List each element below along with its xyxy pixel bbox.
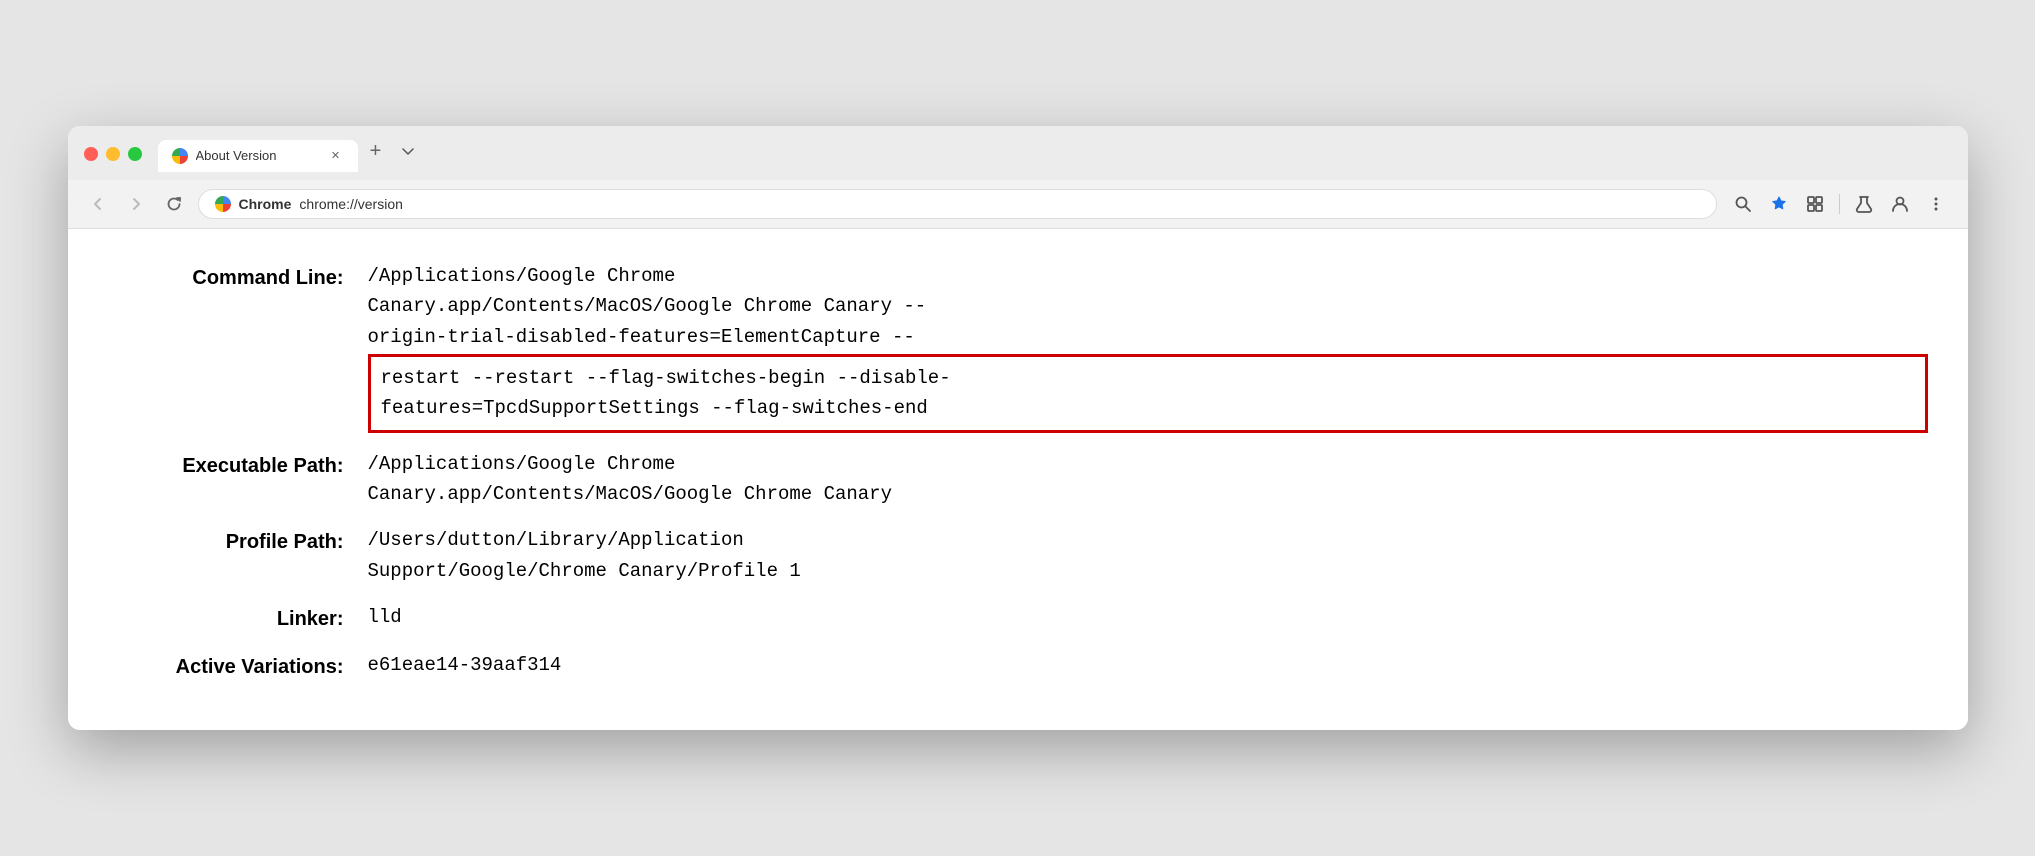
linker-row: Linker: lld [108, 602, 1928, 634]
url-favicon-icon [215, 196, 231, 212]
url-bar[interactable]: Chrome chrome://version [198, 189, 1717, 219]
labs-icon [1855, 195, 1873, 213]
command-line-label: Command Line: [108, 261, 368, 293]
tab-list-button[interactable] [394, 138, 422, 166]
forward-button[interactable] [122, 190, 150, 218]
profile-path-label: Profile Path: [108, 525, 368, 557]
extensions-button[interactable] [1799, 188, 1831, 220]
command-line-value: /Applications/Google ChromeCanary.app/Co… [368, 261, 1928, 433]
browser-window: About Version ✕ + [68, 126, 1968, 731]
reload-button[interactable] [160, 190, 188, 218]
title-bar: About Version ✕ + [68, 126, 1968, 180]
url-site-label: Chrome [239, 196, 292, 212]
maximize-button[interactable] [128, 147, 142, 161]
star-icon [1770, 195, 1788, 213]
profile-path-value: /Users/dutton/Library/Application Suppor… [368, 525, 1928, 586]
command-line-normal-text: /Applications/Google ChromeCanary.app/Co… [368, 261, 1928, 352]
window-controls [84, 147, 142, 161]
active-tab[interactable]: About Version ✕ [158, 140, 358, 172]
profile-path-row: Profile Path: /Users/dutton/Library/Appl… [108, 525, 1928, 586]
labs-button[interactable] [1848, 188, 1880, 220]
title-bar-top: About Version ✕ + [84, 136, 1952, 172]
close-button[interactable] [84, 147, 98, 161]
profile-button[interactable] [1884, 188, 1916, 220]
new-tab-button[interactable]: + [360, 136, 392, 168]
search-button[interactable] [1727, 188, 1759, 220]
bookmark-button[interactable] [1763, 188, 1795, 220]
toolbar-actions [1727, 188, 1952, 220]
minimize-button[interactable] [106, 147, 120, 161]
active-variations-value: e61eae14-39aaf314 [368, 650, 1928, 680]
command-line-highlighted-text: restart --restart --flag-switches-begin … [368, 354, 1928, 433]
extensions-icon [1806, 195, 1824, 213]
tab-label: About Version [196, 148, 320, 163]
back-button[interactable] [84, 190, 112, 218]
more-options-icon [1927, 195, 1945, 213]
address-bar: Chrome chrome://version [68, 180, 1968, 229]
command-line-row: Command Line: /Applications/Google Chrom… [108, 261, 1928, 433]
menu-button[interactable] [1920, 188, 1952, 220]
chevron-down-icon [402, 148, 414, 156]
executable-path-row: Executable Path: /Applications/Google Ch… [108, 449, 1928, 510]
tab-favicon [172, 148, 188, 164]
linker-value: lld [368, 602, 1928, 632]
back-icon [90, 196, 106, 212]
profile-icon [1891, 195, 1909, 213]
forward-icon [128, 196, 144, 212]
toolbar-divider [1839, 194, 1840, 214]
active-variations-label: Active Variations: [108, 650, 368, 682]
reload-icon [166, 196, 182, 212]
url-text: chrome://version [299, 196, 402, 212]
linker-label: Linker: [108, 602, 368, 634]
tabs-row: About Version ✕ + [158, 136, 422, 172]
active-variations-row: Active Variations: e61eae14-39aaf314 [108, 650, 1928, 682]
page-content: Command Line: /Applications/Google Chrom… [68, 229, 1968, 731]
executable-path-value: /Applications/Google Chrome Canary.app/C… [368, 449, 1928, 510]
executable-path-label: Executable Path: [108, 449, 368, 481]
tab-close-button[interactable]: ✕ [328, 148, 344, 164]
search-icon [1734, 195, 1752, 213]
